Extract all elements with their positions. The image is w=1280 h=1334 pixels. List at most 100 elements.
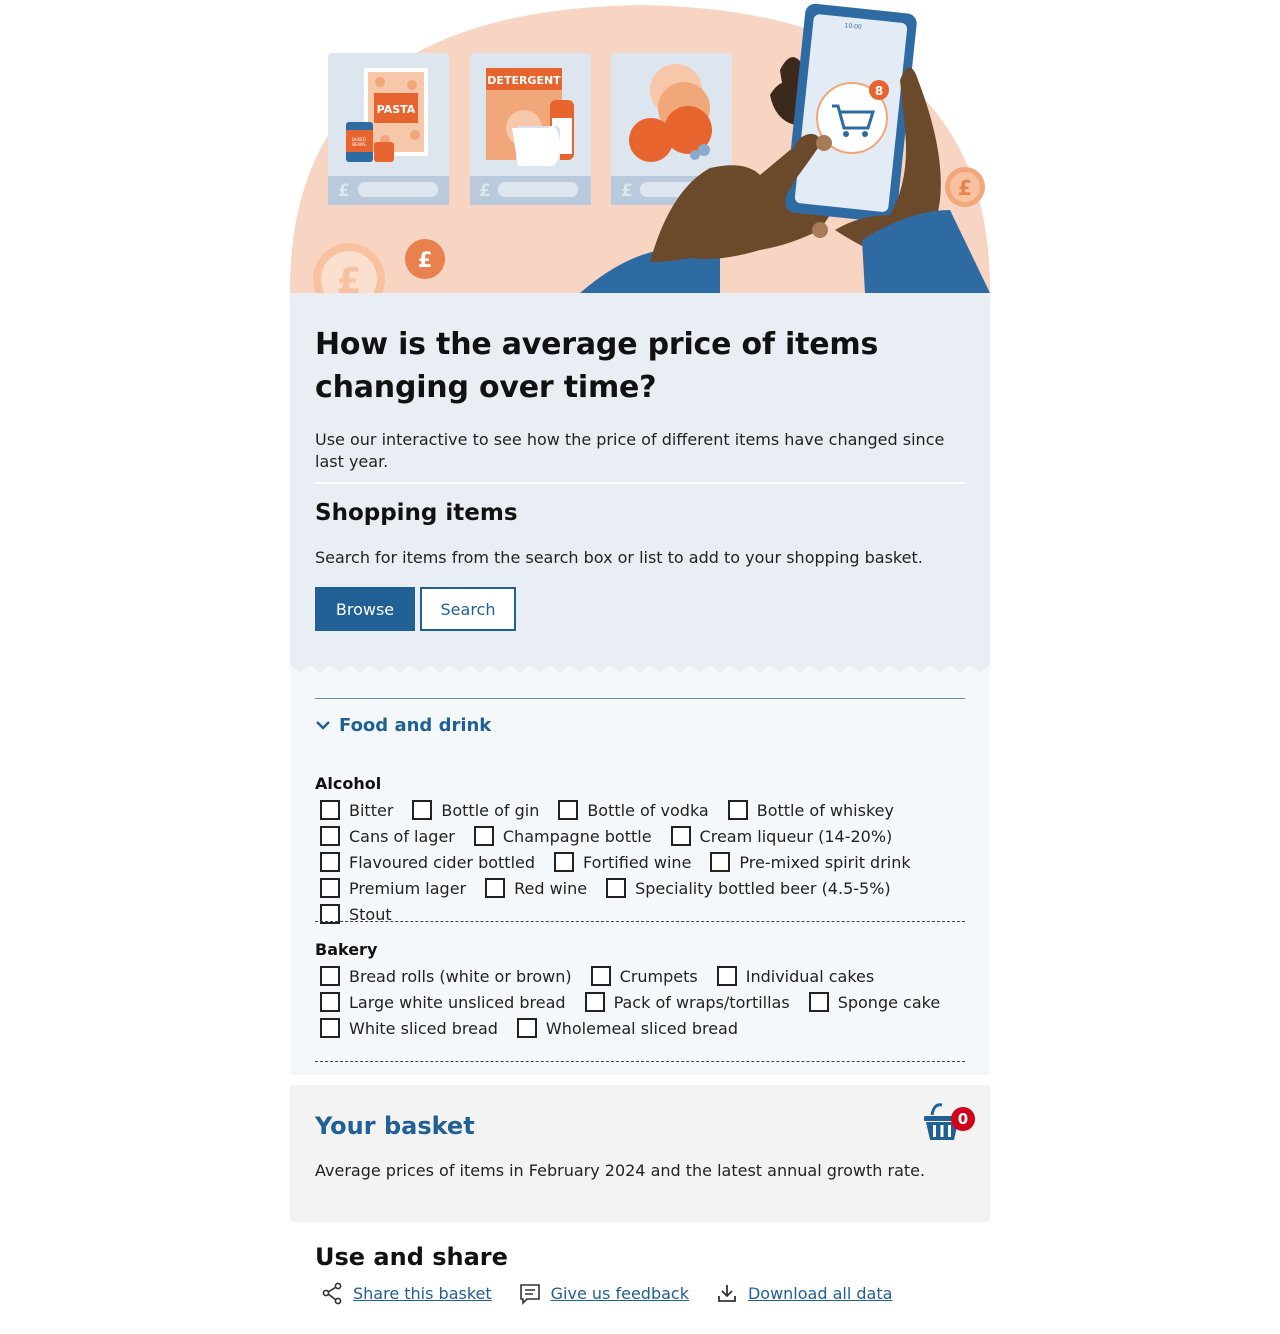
checkbox[interactable] — [710, 852, 731, 872]
search-button[interactable]: Search — [420, 587, 516, 631]
alcohol-item-list: Bitter Bottle of gin Bottle of vodka Bottle… — [315, 799, 975, 925]
checkbox-item[interactable]: Red wine — [480, 877, 587, 899]
coin-right-icon: £ — [945, 167, 985, 207]
checkbox-label: Flavoured cider bottled — [349, 852, 536, 872]
svg-text:£: £ — [479, 181, 491, 201]
checkbox-label: Pack of wraps/tortillas — [613, 992, 790, 1012]
checkbox-item[interactable]: Bottle of whiskey — [723, 799, 894, 821]
browse-panel: Food and drink Alcohol Bitter Bottle of g… — [290, 675, 990, 1075]
checkbox[interactable] — [320, 1018, 340, 1038]
page-content: £ PASTA BAKED BEANS £ DETERGENT £ 10:00 … — [290, 0, 990, 1305]
checkbox-item[interactable]: Large white unsliced bread — [315, 991, 566, 1013]
browse-button[interactable]: Browse — [315, 587, 415, 631]
checkbox-label: Crumpets — [619, 966, 698, 986]
share-basket-label: Share this basket — [353, 1283, 492, 1303]
checkbox-item[interactable]: Sponge cake — [804, 991, 940, 1013]
checkbox-label: Red wine — [514, 878, 588, 898]
checkbox[interactable] — [716, 966, 737, 986]
checkbox[interactable] — [320, 800, 340, 820]
checkbox-item[interactable]: Cans of lager — [315, 825, 455, 847]
feedback-link[interactable]: Give us feedback — [518, 1281, 689, 1305]
checkbox-item[interactable]: Crumpets — [586, 965, 698, 987]
share-basket-link[interactable]: Share this basket — [320, 1281, 492, 1305]
coin-small-icon: £ — [405, 239, 445, 279]
feedback-label: Give us feedback — [550, 1283, 689, 1303]
checkbox-label: Large white unsliced bread — [349, 992, 566, 1012]
checkbox-label: White sliced bread — [349, 1018, 498, 1038]
accordion-label: Food and drink — [339, 715, 492, 736]
checkbox[interactable] — [808, 992, 829, 1012]
svg-text:£: £ — [418, 248, 433, 272]
checkbox-item[interactable]: White sliced bread — [315, 1017, 498, 1039]
basket-panel: Your basket Average prices of items in F… — [290, 1085, 990, 1222]
checkbox-item[interactable]: Bread rolls (white or brown) — [315, 965, 572, 987]
svg-text:£: £ — [338, 181, 350, 201]
cart-count: 8 — [875, 84, 883, 98]
svg-text:£: £ — [336, 261, 361, 293]
checkbox[interactable] — [558, 800, 579, 820]
chevron-down-icon — [316, 720, 330, 730]
checkbox[interactable] — [320, 966, 340, 986]
dashed-divider — [315, 1061, 965, 1062]
download-icon — [718, 1285, 736, 1302]
checkbox[interactable] — [554, 852, 575, 872]
checkbox-label: Speciality bottled beer (4.5-5%) — [635, 878, 891, 898]
checkbox-item[interactable]: Individual cakes — [712, 965, 874, 987]
checkbox[interactable] — [516, 1018, 537, 1038]
hero-illustration: £ PASTA BAKED BEANS £ DETERGENT £ 10:00 … — [290, 0, 990, 293]
detergent-card: £ DETERGENT — [470, 53, 591, 205]
checkbox[interactable] — [320, 992, 340, 1012]
dashed-divider — [315, 921, 965, 922]
checkbox-label: Bottle of vodka — [587, 800, 709, 820]
pasta-card: £ PASTA BAKED BEANS — [328, 53, 449, 205]
feedback-icon — [519, 1284, 540, 1305]
checkbox-item[interactable]: Speciality bottled beer (4.5-5%) — [601, 877, 891, 899]
checkbox-label: Bottle of gin — [441, 800, 540, 820]
checkbox-item[interactable]: Bottle of gin — [407, 799, 539, 821]
food-and-drink-toggle[interactable]: Food and drink — [315, 715, 491, 736]
divider — [315, 482, 965, 484]
checkbox[interactable] — [485, 878, 506, 898]
checkbox-item[interactable]: Premium lager — [315, 877, 466, 899]
checkbox[interactable] — [412, 800, 433, 820]
checkbox[interactable] — [473, 826, 494, 846]
checkbox[interactable] — [727, 800, 748, 820]
bakery-item-list: Bread rolls (white or brown) Crumpets Indi… — [315, 965, 975, 1039]
checkbox[interactable] — [606, 878, 627, 898]
checkbox-item[interactable]: Fortified wine — [549, 851, 691, 873]
group-title-bakery: Bakery — [315, 940, 378, 959]
pasta-label: PASTA — [377, 103, 416, 116]
checkbox-label: Individual cakes — [745, 966, 875, 986]
checkbox-item[interactable]: Wholemeal sliced bread — [512, 1017, 738, 1039]
checkbox-label: Champagne bottle — [502, 826, 652, 846]
basket-description: Average prices of items in February 2024… — [315, 1161, 926, 1180]
shopping-items-description: Search for items from the search box or … — [315, 548, 923, 567]
checkbox-label: Premium lager — [349, 878, 467, 898]
checkbox[interactable] — [670, 826, 691, 846]
checkbox-item[interactable]: Champagne bottle — [469, 825, 652, 847]
share-links: Share this basket Give us feedback Downl… — [320, 1281, 918, 1305]
download-link[interactable]: Download all data — [715, 1281, 892, 1305]
divider — [315, 698, 965, 699]
checkbox-label: Cans of lager — [349, 826, 455, 846]
checkbox[interactable] — [584, 992, 605, 1012]
checkbox-item[interactable]: Bottle of vodka — [553, 799, 709, 821]
checkbox-item[interactable]: Bitter — [315, 799, 393, 821]
checkbox-label: Bread rolls (white or brown) — [349, 966, 572, 986]
intro-panel: How is the average price of items changi… — [290, 293, 990, 663]
checkbox-item[interactable]: Flavoured cider bottled — [315, 851, 535, 873]
checkbox-label: Wholemeal sliced bread — [545, 1018, 739, 1038]
checkbox[interactable] — [320, 852, 340, 872]
checkbox-item[interactable]: Pack of wraps/tortillas — [580, 991, 790, 1013]
checkbox[interactable] — [590, 966, 611, 986]
checkbox-item[interactable]: Cream liqueur (14-20%) — [666, 825, 893, 847]
checkbox-item[interactable]: Pre-mixed spirit drink — [705, 851, 911, 873]
checkbox-label: Cream liqueur (14-20%) — [699, 826, 893, 846]
basket-title: Your basket — [315, 1112, 475, 1140]
group-title-alcohol: Alcohol — [315, 774, 382, 793]
download-label: Download all data — [747, 1283, 893, 1303]
checkbox-label: Sponge cake — [837, 992, 941, 1012]
checkbox[interactable] — [320, 826, 340, 846]
svg-text:BEANS: BEANS — [352, 142, 366, 147]
checkbox[interactable] — [320, 878, 340, 898]
